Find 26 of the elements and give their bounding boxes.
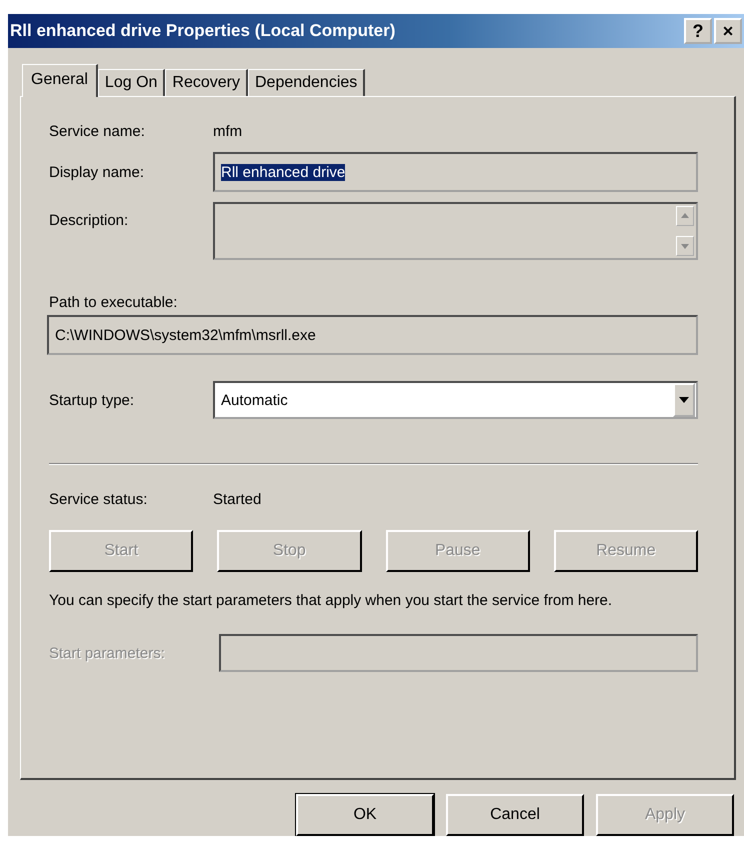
tab[interactable]: Dependencies	[248, 69, 366, 96]
field-label: Path to executable:	[49, 294, 178, 311]
window-title: Rll enhanced drive Properties (Local Computer)	[10, 21, 396, 41]
display-name-field[interactable]: Rll enhanced drive	[213, 152, 698, 192]
dialog-button[interactable]: OK	[296, 794, 434, 836]
start-parameters-field[interactable]	[219, 634, 698, 672]
help-button[interactable]: ?	[684, 18, 712, 44]
tab[interactable]: Recovery	[165, 69, 248, 96]
field-label: Description:	[49, 211, 130, 229]
tab[interactable]: General	[22, 64, 98, 97]
description-field[interactable]	[213, 202, 698, 260]
field-label: Display name:	[49, 164, 146, 180]
field-label: Service name:	[49, 123, 146, 140]
field-label: Service status:	[49, 491, 148, 508]
field-label: Startup type:	[49, 392, 136, 408]
dialog-button[interactable]: Cancel	[446, 794, 584, 836]
scroll-up-icon[interactable]	[676, 206, 694, 226]
field-label: Start parameters:	[49, 644, 166, 662]
path-field[interactable]: C:\WINDOWS\system32\mfm\msrll.exe	[47, 315, 698, 355]
scroll-down-icon[interactable]	[676, 236, 694, 256]
service-status-value: Started	[213, 491, 262, 508]
close-button[interactable]: ×	[714, 18, 742, 44]
tab[interactable]: Log On	[98, 69, 166, 96]
info-text: You can specify the start parameters that apply when you start the service from here.	[49, 591, 614, 611]
startup-type-dropdown[interactable]: Automatic	[213, 381, 698, 419]
service-name-value: mfm	[213, 123, 244, 140]
